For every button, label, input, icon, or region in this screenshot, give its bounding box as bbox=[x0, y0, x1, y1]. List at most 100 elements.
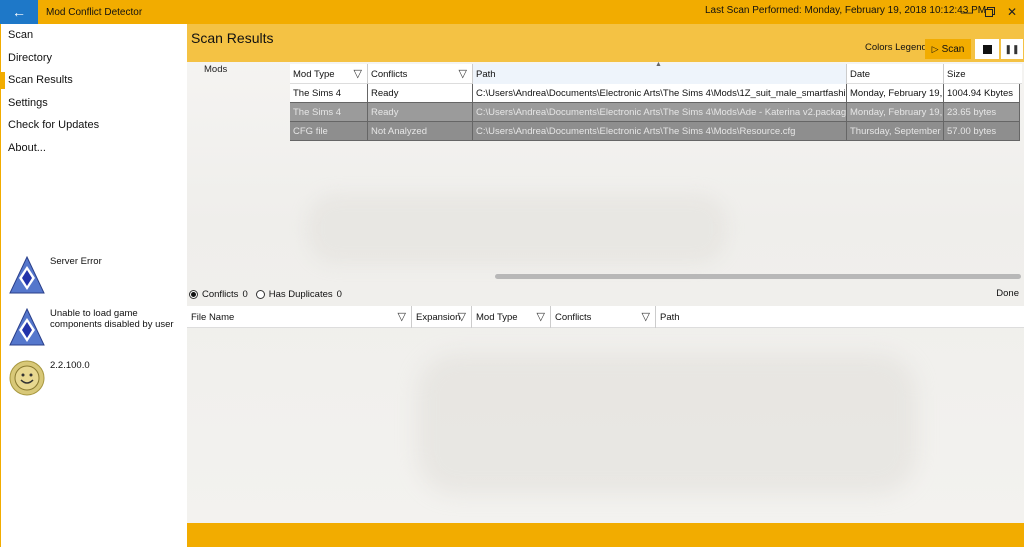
minimize-icon: — bbox=[961, 5, 973, 19]
cell-date: Monday, February 19, 2 bbox=[847, 84, 944, 103]
status-server-error: Server Error bbox=[9, 256, 175, 294]
details-table-header: File Name ▽ Expansion ▽ Mod Type ▽ Confl… bbox=[187, 306, 1024, 328]
cell-conflicts: Ready bbox=[368, 103, 473, 122]
close-icon: ✕ bbox=[1006, 5, 1018, 19]
filter-row: Conflicts 0 Has Duplicates 0 Done bbox=[187, 286, 1024, 302]
cell-mod-type: CFG file bbox=[290, 122, 368, 141]
stop-button[interactable] bbox=[975, 39, 999, 59]
title-bar: ← Mod Conflict Detector Last Scan Perfor… bbox=[0, 0, 1024, 24]
column-size[interactable]: Size bbox=[944, 64, 1022, 84]
table-header: Mod Type ▽ Conflicts ▽ ▲ Path Date Size bbox=[290, 61, 1022, 84]
table-row[interactable]: CFG file Not Analyzed C:\Users\Andrea\Do… bbox=[290, 122, 1022, 141]
restore-icon bbox=[985, 7, 995, 17]
column-mod-type[interactable]: Mod Type ▽ bbox=[290, 64, 368, 84]
column-path[interactable]: ▲ Path bbox=[473, 61, 847, 84]
version-text: 2.2.100.0 bbox=[50, 360, 90, 371]
colors-legend-button[interactable]: Colors Legend bbox=[865, 42, 927, 53]
sidebar-item-label: Scan bbox=[8, 29, 34, 42]
status-text: Unable to load game components disabled … bbox=[50, 308, 174, 330]
bottom-status-bar bbox=[187, 523, 1024, 547]
sidebar-item-label: About... bbox=[8, 141, 46, 154]
column-label: Mod Type bbox=[293, 68, 335, 80]
table-row[interactable]: The Sims 4 Ready C:\Users\Andrea\Documen… bbox=[290, 103, 1022, 122]
sidebar-item-label: Check for Updates bbox=[8, 119, 100, 132]
column-date[interactable]: Date bbox=[847, 64, 944, 84]
status-text: Server Error bbox=[50, 256, 102, 267]
column-label: Expansion bbox=[416, 311, 461, 323]
sort-up-icon: ▲ bbox=[655, 61, 662, 68]
cell-date: Monday, February 19, 2 bbox=[847, 103, 944, 122]
table-row[interactable]: The Sims 4 Ready C:\Users\Andrea\Documen… bbox=[290, 84, 1022, 103]
column-expansion[interactable]: Expansion ▽ bbox=[412, 306, 472, 328]
main-panel: Scan Results Colors Legend ▷ Scan ❚❚ Mod… bbox=[187, 24, 1024, 523]
sidebar-item-directory[interactable]: Directory bbox=[1, 47, 187, 70]
column-label: Size bbox=[947, 68, 966, 80]
page-title: Scan Results bbox=[191, 30, 274, 46]
cell-conflicts: Ready bbox=[368, 84, 473, 103]
close-button[interactable]: ✕ bbox=[1000, 3, 1024, 21]
sidebar-item-label: Settings bbox=[8, 96, 48, 109]
horizontal-scrollbar[interactable] bbox=[495, 274, 1021, 279]
mods-label: Mods bbox=[204, 64, 228, 75]
cell-path: C:\Users\Andrea\Documents\Electronic Art… bbox=[473, 122, 847, 141]
sidebar-item-check-updates[interactable]: Check for Updates bbox=[1, 114, 187, 137]
column-label: Conflicts bbox=[555, 311, 592, 323]
duplicates-count: 0 bbox=[336, 288, 342, 300]
column-conflicts[interactable]: Conflicts ▽ bbox=[551, 306, 656, 328]
main-header: Scan Results Colors Legend ▷ Scan ❚❚ bbox=[187, 24, 1024, 62]
filter-icon[interactable]: ▽ bbox=[354, 67, 362, 80]
conflicts-radio[interactable] bbox=[189, 289, 198, 299]
sidebar-item-scan[interactable]: Scan bbox=[1, 24, 187, 47]
filter-icon[interactable]: ▽ bbox=[642, 310, 650, 323]
column-file-name[interactable]: File Name ▽ bbox=[187, 306, 412, 328]
filter-icon[interactable]: ▽ bbox=[458, 310, 466, 323]
cell-mod-type: The Sims 4 bbox=[290, 84, 368, 103]
column-label: File Name bbox=[191, 311, 235, 323]
app-title: Mod Conflict Detector bbox=[46, 6, 143, 18]
sidebar-item-label: Scan Results bbox=[8, 74, 73, 87]
cell-size: 57.00 bytes bbox=[944, 122, 1020, 141]
scan-button[interactable]: ▷ Scan bbox=[925, 39, 971, 59]
background-decor bbox=[417, 354, 917, 494]
play-icon: ▷ bbox=[931, 43, 939, 54]
sidebar: Scan Directory Scan Results Settings Che… bbox=[0, 24, 187, 547]
back-button[interactable]: ← bbox=[0, 0, 38, 24]
column-label: Path bbox=[660, 311, 680, 323]
filter-icon[interactable]: ▽ bbox=[459, 67, 467, 80]
sidebar-item-scan-results[interactable]: Scan Results bbox=[1, 69, 187, 92]
minimize-button[interactable]: — bbox=[955, 3, 979, 21]
cell-size: 23.65 bytes bbox=[944, 103, 1020, 122]
status-version: 2.2.100.0 bbox=[9, 360, 175, 396]
filter-icon[interactable]: ▽ bbox=[537, 310, 545, 323]
scan-button-label: Scan bbox=[941, 43, 965, 55]
sidebar-item-settings[interactable]: Settings bbox=[1, 92, 187, 115]
conflicts-count: 0 bbox=[242, 288, 248, 300]
scan-status: Done bbox=[996, 288, 1019, 299]
cell-mod-type: The Sims 4 bbox=[290, 103, 368, 122]
column-label: Date bbox=[850, 68, 871, 80]
background-decor bbox=[307, 194, 727, 264]
stop-icon bbox=[982, 44, 992, 54]
column-label: Path bbox=[476, 68, 496, 80]
duplicates-label: Has Duplicates bbox=[268, 288, 333, 300]
column-label: Conflicts bbox=[371, 68, 408, 80]
smiley-coin-icon bbox=[9, 360, 45, 396]
cell-path: C:\Users\Andrea\Documents\Electronic Art… bbox=[473, 103, 847, 122]
cell-path: C:\Users\Andrea\Documents\Electronic Art… bbox=[473, 84, 847, 103]
pause-button[interactable]: ❚❚ bbox=[1001, 39, 1023, 59]
warning-diamond-icon bbox=[9, 256, 45, 294]
mods-table: Mod Type ▽ Conflicts ▽ ▲ Path Date Size … bbox=[290, 61, 1022, 141]
column-mod-type[interactable]: Mod Type ▽ bbox=[472, 306, 551, 328]
column-conflicts[interactable]: Conflicts ▽ bbox=[368, 64, 473, 84]
column-path[interactable]: Path bbox=[656, 306, 1024, 328]
last-scan-timestamp: Last Scan Performed: Monday, February 19… bbox=[705, 5, 987, 16]
duplicates-radio[interactable] bbox=[255, 289, 265, 299]
filter-icon[interactable]: ▽ bbox=[398, 310, 406, 323]
conflicts-label: Conflicts bbox=[202, 288, 239, 300]
arrow-left-icon: ← bbox=[12, 4, 26, 20]
restore-button[interactable] bbox=[978, 3, 1002, 21]
warning-diamond-icon bbox=[9, 308, 45, 346]
sidebar-item-label: Directory bbox=[8, 51, 53, 64]
pause-icon: ❚❚ bbox=[1004, 43, 1020, 54]
sidebar-item-about[interactable]: About... bbox=[1, 137, 187, 160]
